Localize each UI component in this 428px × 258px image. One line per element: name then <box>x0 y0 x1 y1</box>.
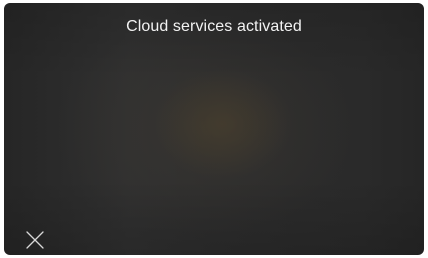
camera-preview-screen: Cloud services activated <box>4 3 424 255</box>
notification-message: Cloud services activated <box>126 18 302 35</box>
close-icon <box>26 231 44 249</box>
close-button[interactable] <box>24 229 46 251</box>
